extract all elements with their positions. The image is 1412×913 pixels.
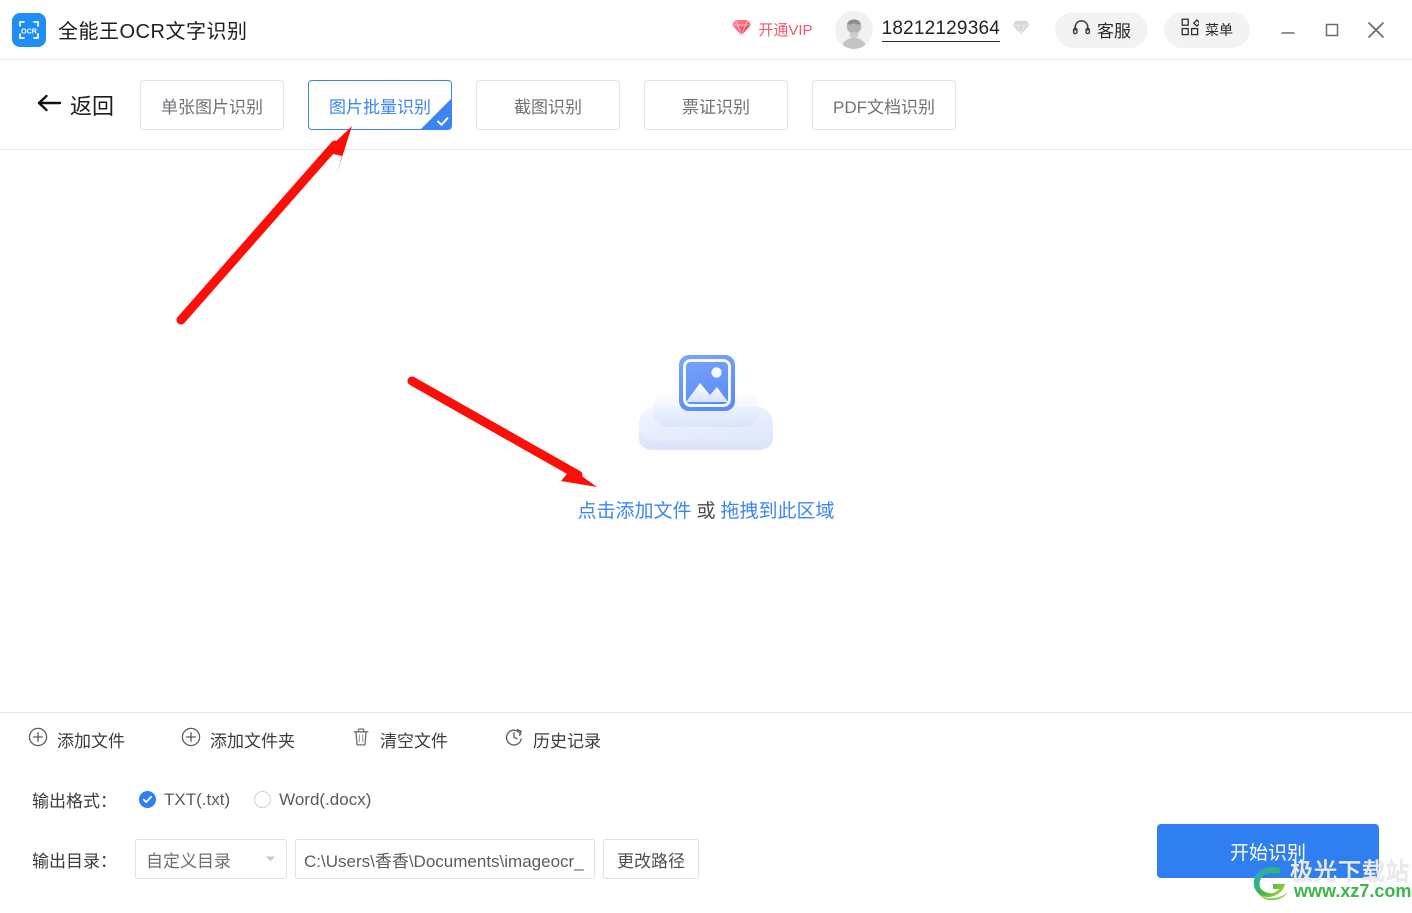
drag-here-text: 拖拽到此区域	[720, 500, 835, 522]
tabbar: 返回 单张图片识别 图片批量识别 截图识别 票证识别 PDF文档识别	[0, 61, 1412, 150]
output-format-label: 输出格式：	[32, 792, 117, 811]
plus-circle-icon	[28, 727, 48, 752]
headset-icon	[1072, 18, 1091, 42]
output-dir-row: 输出目录： 自定义目录 C:\Users\香香\Documents\imageo…	[32, 839, 699, 879]
output-dir-select[interactable]: 自定义目录	[135, 839, 287, 879]
start-recognition-button[interactable]: 开始识别	[1157, 824, 1379, 878]
open-vip-label: 开通VIP	[758, 22, 813, 39]
tab-label: 图片批量识别	[329, 97, 432, 117]
trash-icon	[351, 727, 371, 752]
bottom-panel: 添加文件 添加文件夹 清空文件 历史记录 输出格式： TXT(.txt) Wor…	[0, 712, 1412, 908]
image-placeholder-icon	[631, 341, 781, 466]
history-clock-icon	[504, 727, 524, 752]
tab-label: 票证识别	[682, 97, 751, 117]
close-icon[interactable]	[1354, 10, 1398, 50]
add-folder-button[interactable]: 添加文件夹	[181, 727, 295, 752]
dropzone-middle-text: 或	[696, 500, 716, 522]
back-label: 返回	[70, 94, 115, 119]
open-vip-button[interactable]: 开通VIP	[731, 18, 813, 42]
selected-check-icon	[421, 99, 452, 129]
diamond-grey-icon	[1011, 19, 1031, 41]
menu-label: 菜单	[1205, 21, 1233, 38]
ocr-logo-icon: OCR	[12, 12, 46, 47]
support-label: 客服	[1097, 22, 1131, 41]
radio-checked-icon	[139, 791, 156, 808]
radio-unchecked-icon	[254, 791, 272, 808]
tab-label: 截图识别	[514, 97, 583, 117]
account-id: 18212129364	[881, 18, 1000, 42]
chevron-down-icon	[265, 850, 276, 868]
action-label: 添加文件	[57, 732, 125, 751]
tab-single-image[interactable]: 单张图片识别	[140, 80, 285, 130]
tab-label: PDF文档识别	[833, 97, 936, 117]
minimize-icon[interactable]	[1266, 10, 1310, 50]
account-menu[interactable]: 18212129364	[834, 10, 1031, 49]
actions-row: 添加文件 添加文件夹 清空文件 历史记录	[28, 727, 657, 752]
radio-label: TXT(.txt)	[164, 789, 231, 809]
action-label: 清空文件	[380, 732, 448, 751]
arrow-left-icon	[36, 93, 62, 118]
tab-label: 单张图片识别	[161, 97, 264, 117]
avatar-icon	[834, 10, 873, 49]
app-title: 全能王OCR文字识别	[58, 21, 248, 43]
menu-button[interactable]: 菜单	[1164, 11, 1250, 48]
back-button[interactable]: 返回	[36, 89, 114, 121]
diamond-icon	[731, 18, 752, 42]
radio-txt[interactable]: TXT(.txt)	[139, 790, 230, 810]
output-dir-label: 输出目录：	[32, 851, 117, 871]
titlebar: OCR 全能王OCR文字识别 开通VIP 18212129364 客服 菜单	[0, 0, 1412, 60]
dropzone-text: 点击添加文件或拖拽到此区域	[577, 496, 834, 523]
svg-text:OCR: OCR	[21, 26, 38, 35]
tab-pdf-document[interactable]: PDF文档识别	[812, 80, 957, 130]
grid-menu-icon	[1181, 18, 1201, 41]
radio-label: Word(.docx)	[279, 789, 372, 809]
file-dropzone[interactable]: 点击添加文件或拖拽到此区域	[0, 151, 1412, 712]
action-label: 历史记录	[533, 732, 601, 751]
output-path-value: C:\Users\香香\Documents\imageocr_	[304, 851, 584, 871]
tab-screenshot[interactable]: 截图识别	[476, 80, 621, 130]
output-dir-select-value: 自定义目录	[146, 851, 231, 871]
add-file-button[interactable]: 添加文件	[28, 727, 125, 752]
output-format-row: 输出格式： TXT(.txt) Word(.docx)	[32, 787, 371, 812]
change-path-button[interactable]: 更改路径	[603, 839, 699, 879]
radio-word[interactable]: Word(.docx)	[254, 790, 371, 810]
plus-circle-icon	[181, 727, 201, 752]
support-button[interactable]: 客服	[1055, 11, 1148, 48]
tab-batch-image[interactable]: 图片批量识别	[308, 80, 453, 130]
maximize-icon[interactable]	[1310, 10, 1354, 50]
tab-certificate[interactable]: 票证识别	[644, 80, 789, 130]
add-file-link[interactable]: 点击添加文件	[577, 501, 691, 522]
history-button[interactable]: 历史记录	[504, 727, 601, 752]
action-label: 添加文件夹	[210, 732, 295, 751]
clear-files-button[interactable]: 清空文件	[351, 727, 448, 752]
output-path-input[interactable]: C:\Users\香香\Documents\imageocr_	[295, 839, 595, 879]
